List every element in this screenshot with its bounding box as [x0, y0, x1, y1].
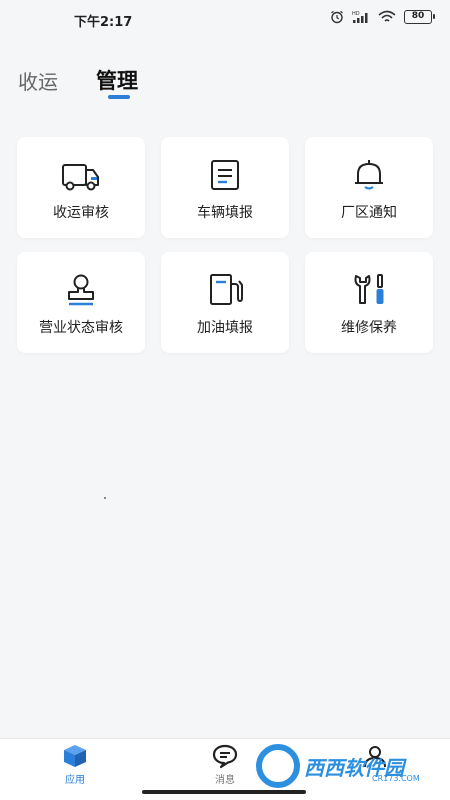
svg-text:HD: HD — [352, 11, 360, 17]
card-vehicle-report[interactable]: 车辆填报 — [161, 137, 289, 238]
status-time: 下午2:17 — [74, 15, 133, 30]
status-bar: 下午2:17 HD 80 — [0, 0, 450, 34]
chat-icon — [212, 744, 238, 769]
battery-icon: 80 — [404, 10, 435, 24]
home-indicator[interactable] — [142, 790, 306, 794]
user-icon — [364, 746, 386, 768]
nav-item-mine[interactable] — [345, 743, 405, 771]
tab-collect[interactable]: 收运 — [18, 66, 58, 95]
top-tabs: 收运 管理 — [0, 60, 450, 104]
card-label: 加油填报 — [197, 320, 253, 336]
truck-icon — [62, 164, 99, 191]
nav-label: 应用 — [65, 775, 85, 786]
stray-dot — [104, 497, 106, 499]
card-label: 车辆填报 — [197, 205, 253, 221]
nav-item-message[interactable]: 消息 — [195, 743, 255, 786]
tab-manage[interactable]: 管理 — [96, 65, 138, 95]
status-icons: HD 80 — [330, 10, 435, 24]
card-business-status-review[interactable]: 营业状态审核 — [17, 252, 145, 353]
card-label: 厂区通知 — [341, 205, 397, 221]
card-label: 收运审核 — [53, 205, 109, 221]
nav-item-app[interactable]: 应用 — [45, 743, 105, 786]
wrench-screwdriver-icon — [354, 274, 384, 304]
card-collect-review[interactable]: 收运审核 — [17, 137, 145, 238]
card-label: 营业状态审核 — [39, 320, 123, 336]
wifi-icon — [378, 10, 396, 22]
bell-icon — [355, 160, 383, 190]
card-fuel-report[interactable]: 加油填报 — [161, 252, 289, 353]
card-plant-notice[interactable]: 厂区通知 — [305, 137, 433, 238]
form-icon — [211, 160, 239, 190]
tab-active-indicator — [108, 95, 130, 99]
card-label: 维修保养 — [341, 320, 397, 336]
stamp-icon — [68, 274, 94, 306]
card-maintenance[interactable]: 维修保养 — [305, 252, 433, 353]
nav-label: 消息 — [215, 775, 235, 786]
signal-icon: HD — [352, 11, 368, 23]
alarm-icon — [331, 10, 343, 24]
fuel-icon — [210, 274, 243, 305]
cube-icon — [64, 745, 86, 767]
